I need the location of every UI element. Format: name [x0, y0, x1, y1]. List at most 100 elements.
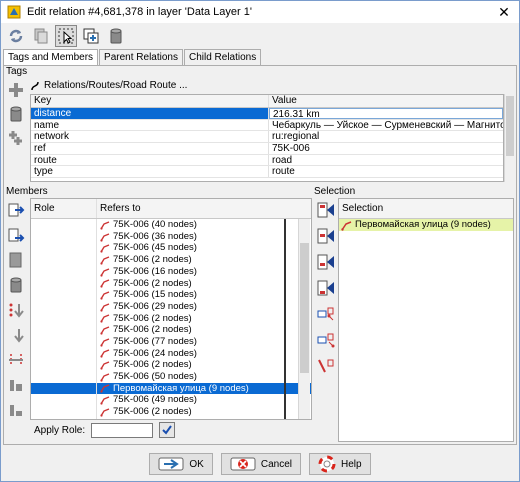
member-role[interactable]: [31, 254, 97, 266]
role-column-header[interactable]: Role: [31, 199, 97, 218]
member-row[interactable]: 75K-006 (2 nodes): [31, 406, 311, 418]
tag-value[interactable]: road: [269, 155, 503, 166]
tab-parent-relations[interactable]: Parent Relations: [99, 49, 183, 65]
close-icon[interactable]: ✕: [489, 1, 519, 23]
tag-key[interactable]: distance: [31, 108, 269, 119]
paste-tags-icon[interactable]: [6, 128, 26, 148]
member-refers-to[interactable]: 75K-006 (16 nodes): [97, 266, 275, 278]
member-role[interactable]: [31, 406, 97, 418]
member-role[interactable]: [31, 417, 97, 419]
tag-key[interactable]: route: [31, 154, 269, 166]
member-role[interactable]: [31, 219, 97, 231]
remove-member-icon[interactable]: [316, 356, 336, 376]
member-row[interactable]: 75K-006 (2 nodes): [31, 277, 311, 290]
member-refers-to[interactable]: 75K-006 (2 nodes): [97, 313, 275, 325]
member-refers-to[interactable]: 75K-006 (2 nodes): [97, 277, 275, 289]
delete-tag-icon[interactable]: [6, 104, 26, 124]
member-row[interactable]: 75K-006 (15 nodes): [31, 289, 311, 301]
member-refers-to[interactable]: 75K-006 (2 nodes): [97, 406, 275, 418]
member-refers-to[interactable]: 75K-006 (2 nodes): [97, 254, 275, 266]
tag-key[interactable]: type: [31, 166, 269, 178]
edit-member-icon[interactable]: [6, 250, 26, 270]
member-refers-to[interactable]: 75K-006 (45 nodes): [97, 242, 275, 254]
member-row[interactable]: 75K-006 (2 nodes): [31, 359, 311, 371]
member-role[interactable]: [31, 324, 97, 336]
member-row[interactable]: 75K-006 (2 nodes): [31, 324, 311, 336]
tag-table-scrollbar[interactable]: [504, 94, 515, 182]
member-role[interactable]: [31, 370, 97, 383]
member-row[interactable]: 75K-006 (77 nodes): [31, 335, 311, 348]
tag-value[interactable]: Чебаркуль — Уйское — Сурменевский — Магн…: [269, 120, 503, 131]
member-refers-to[interactable]: 75K-006 (50 nodes): [97, 371, 275, 383]
tag-value[interactable]: ru:regional: [269, 131, 503, 142]
selection-item[interactable]: Первомайская улица (9 nodes): [339, 219, 513, 231]
scrollbar-thumb[interactable]: [300, 243, 309, 373]
member-role[interactable]: [31, 382, 97, 395]
member-refers-to[interactable]: 75K-006 (77 nodes): [97, 336, 275, 348]
value-column-header[interactable]: Value: [269, 95, 503, 107]
member-row[interactable]: 75K-006 (2 nodes): [31, 417, 311, 419]
tag-value[interactable]: route: [269, 166, 503, 177]
member-row[interactable]: 75K-006 (29 nodes): [31, 300, 311, 313]
copy-relation-icon[interactable]: [30, 25, 52, 47]
add-selected-at-end-icon[interactable]: [6, 225, 26, 245]
tag-row[interactable]: name Чебаркуль — Уйское — Сурменевский —…: [31, 119, 503, 132]
member-row[interactable]: 75K-006 (16 nodes): [31, 265, 311, 278]
member-row[interactable]: 75K-006 (2 nodes): [31, 312, 311, 325]
scrollbar-thumb[interactable]: [506, 96, 514, 156]
member-refers-to[interactable]: 75K-006 (36 nodes): [97, 231, 275, 243]
tab-tags-and-members[interactable]: Tags and Members: [3, 49, 99, 66]
apply-role-button[interactable]: [159, 422, 176, 438]
duplicate-relation-icon[interactable]: [80, 25, 102, 47]
member-refers-to[interactable]: 75K-006 (29 nodes): [97, 301, 275, 313]
member-role[interactable]: [31, 277, 97, 290]
tag-row[interactable]: network ru:regional: [31, 131, 503, 144]
member-row[interactable]: 75K-006 (2 nodes): [31, 254, 311, 266]
member-row[interactable]: 75K-006 (40 nodes): [31, 219, 311, 231]
member-role[interactable]: [31, 242, 97, 255]
member-role[interactable]: [31, 289, 97, 301]
member-role[interactable]: [31, 312, 97, 325]
refers-to-column-header[interactable]: Refers to: [97, 199, 275, 218]
cancel-button[interactable]: Cancel: [220, 453, 301, 475]
delete-member-icon[interactable]: [6, 275, 26, 295]
add-tag-icon[interactable]: [6, 80, 26, 100]
member-refers-to[interactable]: 75K-006 (2 nodes): [97, 418, 275, 419]
member-role[interactable]: [31, 394, 97, 406]
member-refers-to[interactable]: 75K-006 (40 nodes): [97, 219, 275, 231]
member-refers-to[interactable]: 75K-006 (2 nodes): [97, 324, 275, 336]
tag-row[interactable]: type route: [31, 166, 503, 179]
member-refers-to[interactable]: 75K-006 (49 nodes): [97, 394, 275, 406]
help-button[interactable]: Help: [309, 453, 371, 475]
member-refers-to[interactable]: 75K-006 (2 nodes): [97, 359, 275, 371]
tag-value[interactable]: 75K-006: [269, 143, 503, 154]
move-up-icon[interactable]: [6, 300, 26, 320]
member-role[interactable]: [31, 359, 97, 371]
member-refers-to[interactable]: 75K-006 (15 nodes): [97, 289, 275, 301]
select-members-icon[interactable]: [55, 25, 77, 47]
member-refers-to[interactable]: Первомайская улица (9 nodes): [97, 383, 275, 395]
member-role[interactable]: [31, 347, 97, 360]
refresh-icon[interactable]: [5, 25, 27, 47]
tag-row[interactable]: route road: [31, 154, 503, 167]
add-selected-at-start-icon[interactable]: [6, 200, 26, 220]
role-input[interactable]: [91, 422, 154, 438]
preset-link[interactable]: Relations/Routes/Road Route ...: [30, 80, 187, 91]
remove-selected-icon[interactable]: [316, 330, 336, 350]
tag-row[interactable]: distance 216.31 km: [31, 108, 503, 120]
sort-below-icon[interactable]: [6, 400, 26, 420]
tag-key[interactable]: name: [31, 119, 269, 131]
member-role[interactable]: [31, 300, 97, 313]
tab-child-relations[interactable]: Child Relations: [183, 49, 262, 65]
member-role[interactable]: [31, 335, 97, 348]
add-after-selected-icon[interactable]: [316, 252, 336, 272]
member-row[interactable]: 75K-006 (36 nodes): [31, 230, 311, 243]
key-column-header[interactable]: Key: [31, 95, 269, 107]
reverse-order-icon[interactable]: [6, 350, 26, 370]
member-row[interactable]: Первомайская улица (9 nodes): [31, 382, 311, 395]
add-at-start-icon[interactable]: [316, 200, 336, 220]
delete-relation-icon[interactable]: [105, 25, 127, 47]
ok-button[interactable]: OK: [149, 453, 213, 475]
member-role[interactable]: [31, 265, 97, 278]
tag-key[interactable]: ref: [31, 143, 269, 154]
